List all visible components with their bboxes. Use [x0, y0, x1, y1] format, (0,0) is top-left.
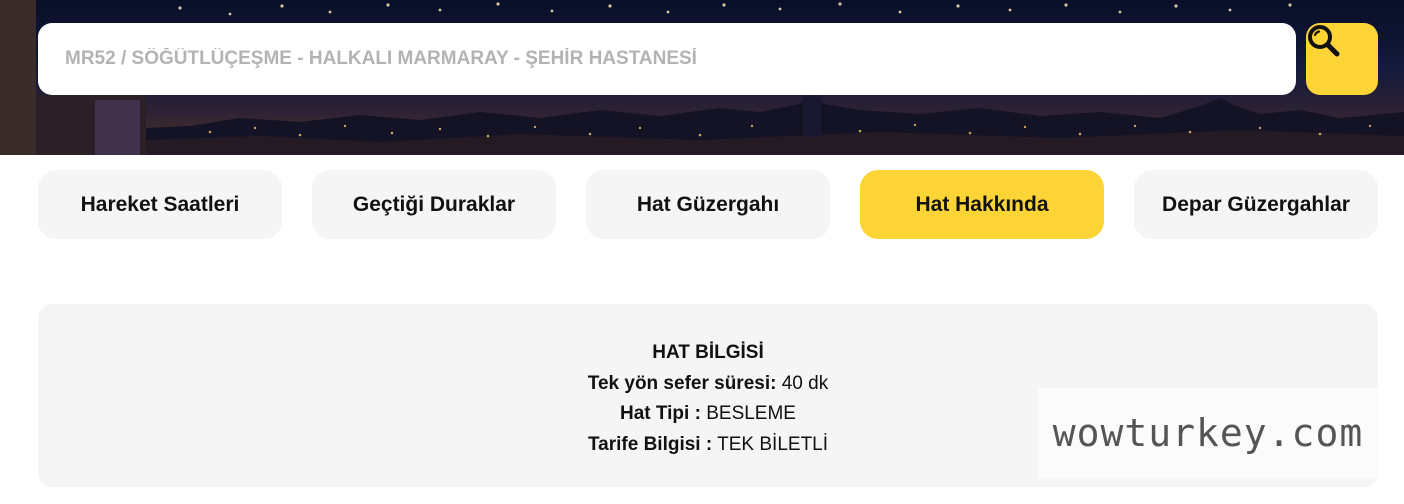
search-input[interactable]	[65, 48, 1296, 70]
search-box[interactable]	[38, 23, 1296, 95]
tab-gectigi-duraklar[interactable]: Geçtiği Duraklar	[312, 170, 556, 239]
tab-hat-guzergahi[interactable]: Hat Güzergahı	[586, 170, 830, 239]
tab-bar: Hareket Saatleri Geçtiği Duraklar Hat Gü…	[38, 170, 1378, 239]
info-value: BESLEME	[706, 403, 796, 424]
watermark: wowturkey.com	[1038, 388, 1378, 478]
tab-depar-guzergahlar[interactable]: Depar Güzergahlar	[1134, 170, 1378, 239]
info-value: TEK BİLETLİ	[717, 433, 829, 455]
tab-hat-hakkinda[interactable]: Hat Hakkında	[860, 170, 1104, 239]
info-label: Tek yön sefer süresi:	[587, 372, 777, 394]
hero-banner	[0, 0, 1404, 155]
search-icon	[1308, 25, 1340, 57]
info-value: 40 dk	[781, 372, 829, 394]
info-label: Hat Tipi :	[620, 403, 701, 424]
search-button[interactable]	[1306, 23, 1378, 95]
info-title: HAT BİLGİSİ	[652, 342, 764, 363]
tab-hareket-saatleri[interactable]: Hareket Saatleri	[38, 170, 282, 239]
info-label: Tarife Bilgisi :	[587, 433, 713, 455]
